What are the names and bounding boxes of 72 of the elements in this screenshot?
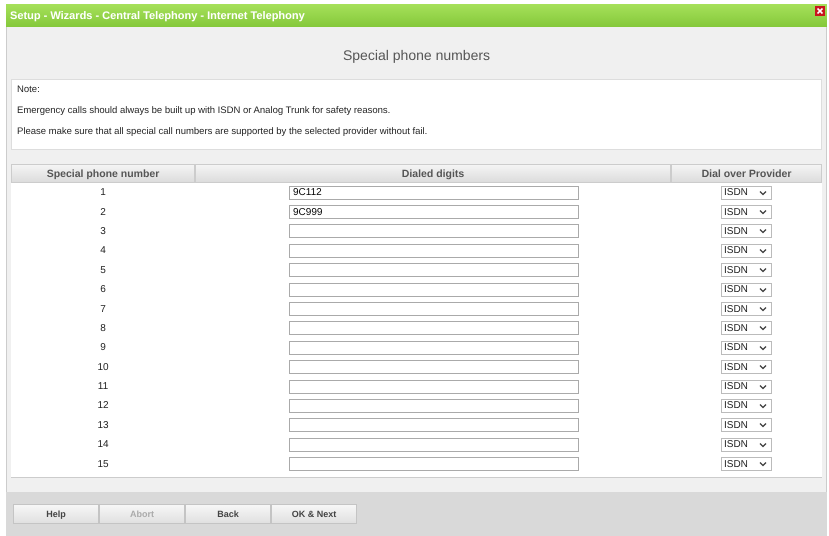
table-cell: 1 [100, 187, 106, 198]
dropdown[interactable]: ISDN [721, 302, 772, 316]
input-field[interactable] [289, 263, 579, 278]
caret-icon [759, 248, 767, 254]
caret-icon [759, 344, 767, 351]
dropdown[interactable]: ISDN [721, 321, 772, 336]
note-text: Note: [17, 84, 41, 96]
input-field[interactable] [289, 321, 579, 336]
footer-button[interactable]: Back [185, 504, 271, 524]
dropdown[interactable]: ISDN [721, 244, 772, 258]
caret-icon [759, 364, 767, 370]
caret-icon [759, 228, 767, 234]
column-header: Dial over Provider [671, 164, 822, 183]
caret-icon [759, 422, 767, 428]
note-text: Please make sure that all special call numbers are supported by the selected provider without fail. [17, 126, 428, 138]
input-field[interactable] [289, 244, 579, 258]
caret-icon [759, 325, 767, 332]
input-field[interactable] [289, 360, 579, 374]
caret-icon [759, 306, 767, 312]
table-cell: 11 [98, 381, 108, 392]
input-field[interactable] [289, 302, 579, 316]
table-cell: 10 [97, 362, 109, 373]
column-header: Dialed digits [195, 164, 671, 183]
footer-button[interactable]: OK & Next [271, 504, 357, 524]
table-cell: 8 [100, 322, 106, 334]
dropdown[interactable]: ISDN [721, 380, 772, 394]
input-field[interactable]: 9C112 [289, 186, 579, 200]
input-field[interactable] [289, 457, 579, 472]
dropdown[interactable]: ISDN [721, 263, 772, 278]
footer-button[interactable]: Help [13, 504, 99, 524]
dropdown[interactable]: ISDN [721, 205, 772, 220]
input-field[interactable] [289, 282, 579, 297]
input-field[interactable] [289, 224, 579, 238]
table-cell: 2 [100, 206, 106, 218]
table-cell: 4 [100, 245, 106, 256]
dropdown[interactable]: ISDN [721, 224, 772, 238]
caret-icon [759, 209, 767, 216]
input-field[interactable] [289, 398, 579, 413]
input-field[interactable] [289, 418, 579, 432]
caret-icon [759, 461, 767, 468]
column-header: Special phone number [11, 164, 195, 183]
table-cell: 5 [100, 264, 106, 276]
dropdown[interactable]: ISDN [721, 186, 772, 200]
close-icon[interactable] [815, 6, 825, 16]
table-cell: 15 [97, 458, 109, 470]
dropdown[interactable]: ISDN [721, 457, 772, 472]
caret-icon [759, 267, 767, 274]
dropdown[interactable]: ISDN [721, 438, 772, 452]
caret-icon [759, 286, 767, 293]
table-cell: 7 [100, 304, 106, 315]
caret-icon [759, 190, 767, 196]
table-cell: 9 [100, 342, 106, 354]
caret-icon [759, 384, 767, 390]
table-cell: 3 [100, 226, 106, 237]
dropdown[interactable]: ISDN [721, 340, 772, 355]
caret-icon [759, 402, 767, 409]
note-text: Emergency calls should always be built up with ISDN or Analog Trunk for safety reasons. [17, 105, 392, 117]
table-cell: 12 [97, 400, 109, 412]
table-cell: 13 [97, 420, 109, 431]
dropdown[interactable]: ISDN [721, 418, 772, 432]
input-field[interactable] [289, 380, 579, 394]
dropdown[interactable]: ISDN [721, 282, 772, 297]
page-heading: Special phone numbers [342, 46, 492, 65]
input-field[interactable] [289, 340, 579, 355]
input-field[interactable]: 9C999 [289, 205, 579, 220]
table-cell: 6 [100, 284, 106, 296]
caret-icon [759, 442, 767, 448]
window-title: Setup - Wizards - Central Telephony - Internet Telephony [10, 10, 305, 22]
dropdown[interactable]: ISDN [721, 360, 772, 374]
dropdown[interactable]: ISDN [721, 398, 772, 413]
table-cell: 14 [97, 439, 109, 450]
input-field[interactable] [289, 438, 579, 452]
